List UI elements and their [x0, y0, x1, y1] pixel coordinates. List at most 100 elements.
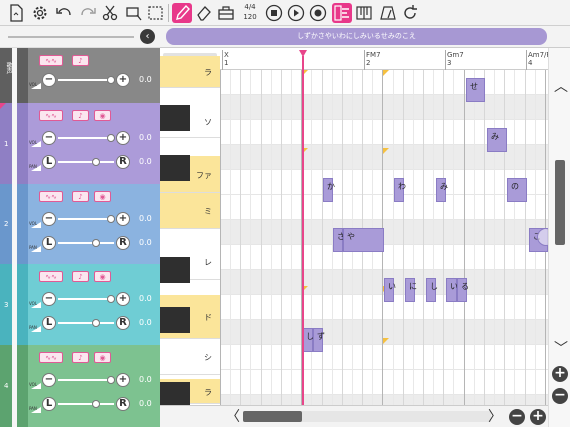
- eraser-icon[interactable]: [194, 3, 214, 23]
- note-block[interactable]: さ: [333, 228, 345, 252]
- zoom-out-horizontal-button[interactable]: −: [509, 409, 525, 425]
- master-volume-slider[interactable]: [8, 36, 134, 38]
- note-grid[interactable]: せみかわみのさやこいにしいるしず: [220, 70, 548, 405]
- note-block[interactable]: か: [323, 178, 335, 202]
- play-icon[interactable]: [286, 3, 306, 23]
- note-block[interactable]: せ: [466, 78, 485, 102]
- track-side-strip[interactable]: 歌声: [0, 48, 28, 103]
- piano-black-key[interactable]: [160, 382, 190, 405]
- track-2[interactable]: 2 ∿∿ ♪ ◉ VOL − +0.0 PAN L R 0.0: [0, 184, 160, 264]
- collapse-panel-button[interactable]: ‹: [140, 29, 155, 44]
- note-block[interactable]: わ: [394, 178, 406, 202]
- loop-icon[interactable]: [400, 3, 420, 23]
- volume-slider-knob[interactable]: [107, 376, 115, 384]
- note-block[interactable]: み: [487, 128, 507, 152]
- chord-label[interactable]: Am7/F: [528, 51, 548, 59]
- record-icon[interactable]: [308, 3, 328, 23]
- track-master[interactable]: 歌声 ∿∿ ♪ VOL − +0.0: [0, 48, 160, 103]
- volume-decrease-button[interactable]: −: [42, 292, 56, 306]
- vertical-scrollbar-thumb[interactable]: [555, 160, 565, 245]
- gear-icon[interactable]: [30, 3, 50, 23]
- keyboard-view-icon[interactable]: [354, 3, 374, 23]
- volume-increase-button[interactable]: +: [116, 73, 130, 87]
- note-block[interactable]: い: [384, 278, 396, 302]
- track-3[interactable]: 3 ∿∿ ♪ ◉ VOL − +0.0 PAN L R 0.0: [0, 264, 160, 345]
- note-icon[interactable]: ♪: [72, 352, 89, 363]
- note-icon[interactable]: ♪: [72, 110, 89, 121]
- lasso-select-icon[interactable]: [146, 3, 166, 23]
- pan-decrease-button[interactable]: L: [42, 316, 56, 330]
- volume-decrease-button[interactable]: −: [42, 73, 56, 87]
- lyrics-bar[interactable]: しずかさやいわにしみいるせみのこえ: [166, 28, 547, 45]
- volume-decrease-button[interactable]: −: [42, 373, 56, 387]
- chord-marker[interactable]: [383, 148, 389, 154]
- volume-decrease-button[interactable]: −: [42, 212, 56, 226]
- toolbox-icon[interactable]: [216, 3, 236, 23]
- pan-increase-button[interactable]: R: [116, 236, 130, 250]
- track-4[interactable]: 4 ∿∿ ♪ ◉ VOL − +0.0 PAN L R 0.0: [0, 345, 160, 427]
- pan-decrease-button[interactable]: L: [42, 236, 56, 250]
- note-icon[interactable]: ♪: [72, 55, 89, 66]
- volume-increase-button[interactable]: +: [116, 212, 130, 226]
- pan-slider-knob[interactable]: [92, 319, 100, 327]
- piano-black-key[interactable]: [160, 307, 190, 333]
- playhead[interactable]: [302, 56, 304, 405]
- pan-slider-knob[interactable]: [92, 400, 100, 408]
- note-icon[interactable]: ♪: [72, 191, 89, 202]
- pan-decrease-button[interactable]: L: [42, 155, 56, 169]
- zoom-in-horizontal-button[interactable]: +: [530, 409, 546, 425]
- tuner-icon[interactable]: [378, 3, 398, 23]
- rect-select-icon[interactable]: [124, 3, 144, 23]
- track-side-strip[interactable]: 4: [0, 345, 28, 427]
- wave-type-icon[interactable]: ∿∿: [39, 55, 63, 66]
- chord-marker[interactable]: [383, 338, 389, 344]
- note-block[interactable]: み: [436, 178, 448, 202]
- piano-black-key[interactable]: [160, 155, 190, 181]
- undo-icon[interactable]: [54, 3, 74, 23]
- eye-icon[interactable]: ◉: [94, 352, 111, 363]
- eye-icon[interactable]: ◉: [94, 110, 111, 121]
- piano-black-key[interactable]: [160, 257, 190, 283]
- piano-key[interactable]: ラ: [160, 56, 220, 88]
- pan-increase-button[interactable]: R: [116, 397, 130, 411]
- file-icon[interactable]: [6, 3, 26, 23]
- chord-label[interactable]: Gm7: [447, 51, 464, 59]
- wave-type-icon[interactable]: ∿∿: [39, 271, 63, 282]
- stop-icon[interactable]: [264, 3, 284, 23]
- pan-slider-knob[interactable]: [92, 239, 100, 247]
- track-1[interactable]: 1 ∿∿ ♪ ◉ VOL − +0.0 PAN L R 0.0: [0, 103, 160, 184]
- note-block[interactable]: い: [446, 278, 458, 302]
- volume-increase-button[interactable]: +: [116, 373, 130, 387]
- track-side-strip[interactable]: 1: [0, 103, 28, 184]
- pan-increase-button[interactable]: R: [116, 155, 130, 169]
- volume-slider-knob[interactable]: [107, 76, 115, 84]
- note-block[interactable]: ず: [313, 328, 325, 352]
- eye-icon[interactable]: ◉: [94, 271, 111, 282]
- note-block[interactable]: し: [426, 278, 438, 302]
- wave-type-icon[interactable]: ∿∿: [39, 352, 63, 363]
- note-block[interactable]: る: [457, 278, 469, 302]
- note-block[interactable]: の: [507, 178, 527, 202]
- track-side-strip[interactable]: 3: [0, 264, 28, 345]
- wave-type-icon[interactable]: ∿∿: [39, 191, 63, 202]
- scroll-up-icon[interactable]: ︿: [554, 76, 568, 96]
- scroll-left-icon[interactable]: 〈: [226, 406, 240, 426]
- note-resize-handle[interactable]: [537, 228, 548, 246]
- volume-slider-knob[interactable]: [107, 215, 115, 223]
- note-block[interactable]: に: [405, 278, 417, 302]
- piano-key[interactable]: シ: [160, 339, 220, 375]
- pan-increase-button[interactable]: R: [116, 316, 130, 330]
- eye-icon[interactable]: ◉: [94, 191, 111, 202]
- chord-marker[interactable]: [383, 70, 389, 76]
- note-block[interactable]: や: [343, 228, 384, 252]
- piano-roll-view-icon[interactable]: [332, 3, 352, 23]
- volume-increase-button[interactable]: +: [116, 131, 130, 145]
- redo-icon[interactable]: [78, 3, 98, 23]
- volume-decrease-button[interactable]: −: [42, 131, 56, 145]
- volume-increase-button[interactable]: +: [116, 292, 130, 306]
- piano-key[interactable]: ミ: [160, 193, 220, 229]
- pan-slider-knob[interactable]: [92, 158, 100, 166]
- tempo-display[interactable]: 4/4 120: [240, 2, 260, 24]
- chord-label[interactable]: FM7: [366, 51, 381, 59]
- scroll-down-icon[interactable]: ﹀: [554, 338, 568, 358]
